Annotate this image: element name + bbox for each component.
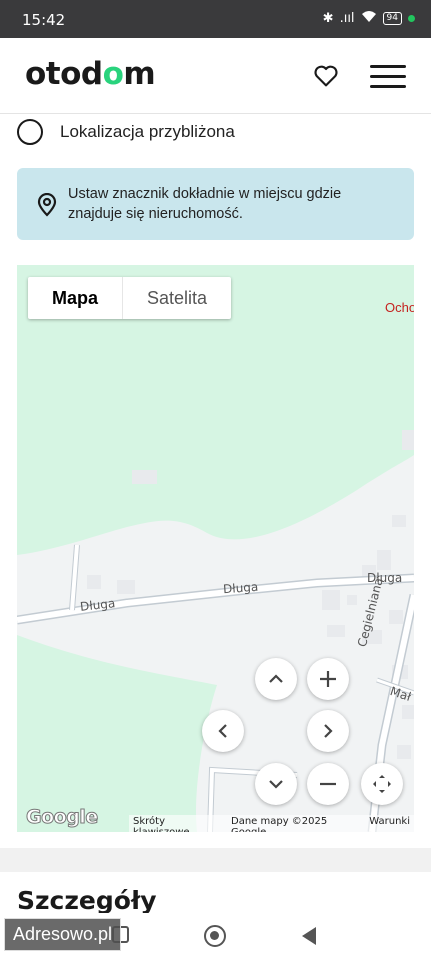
keyboard-shortcuts-link[interactable]: Skróty klawiszowe	[133, 816, 219, 832]
info-banner-text: Ustaw znacznik dokładnie w miejscu gdzie…	[68, 186, 342, 222]
watermark: Adresowo.pl	[4, 918, 122, 951]
wifi-icon	[361, 10, 377, 27]
info-banner: Ustaw znacznik dokładnie w miejscu gdzie…	[17, 168, 414, 240]
map-type-satellite-button[interactable]: Satelita	[122, 277, 231, 319]
approximate-location-label: Lokalizacja przybliżona	[60, 122, 235, 141]
battery-icon: 94	[382, 12, 402, 25]
radio-button[interactable]	[17, 119, 43, 145]
fullscreen-arrows-icon	[373, 775, 391, 793]
poi-label[interactable]: Ocho	[385, 300, 414, 315]
pan-right-button[interactable]	[307, 710, 349, 752]
map-type-switcher: Mapa Satelita	[28, 277, 232, 319]
details-section-title: Szczegóły	[17, 886, 157, 915]
chevron-down-icon	[269, 780, 283, 789]
street-label: Długa	[222, 579, 259, 597]
status-icons: ✱ .ııl 94	[323, 10, 415, 27]
minus-icon	[320, 782, 336, 786]
signal-icon: .ııl	[339, 11, 355, 26]
bluetooth-icon: ✱	[322, 11, 334, 26]
google-logo[interactable]: Google	[26, 806, 99, 829]
app-header: otodom	[0, 38, 431, 114]
otodom-logo[interactable]: otodom	[25, 56, 156, 92]
pan-up-button[interactable]	[255, 658, 297, 700]
chevron-left-icon	[218, 724, 227, 738]
chevron-up-icon	[269, 674, 283, 683]
status-bar: 15:42 ✱ .ııl 94	[0, 0, 431, 38]
favorites-heart-icon[interactable]	[312, 62, 340, 90]
home-icon[interactable]	[204, 925, 226, 947]
pan-left-button[interactable]	[202, 710, 244, 752]
zoom-out-button[interactable]	[307, 763, 349, 805]
map-view[interactable]: Mapa Satelita Ocho Długa Długa Długa Ceg…	[17, 265, 414, 832]
approximate-location-option[interactable]: Lokalizacja przybliżona	[17, 117, 235, 147]
fullscreen-button[interactable]	[361, 763, 403, 805]
hamburger-menu-icon[interactable]	[370, 65, 406, 89]
plus-icon	[320, 671, 336, 687]
recording-dot-icon	[408, 15, 415, 22]
terms-link[interactable]: Warunki	[369, 816, 410, 832]
location-pin-icon	[37, 193, 57, 217]
back-icon[interactable]	[302, 927, 316, 945]
chevron-right-icon	[324, 724, 333, 738]
zoom-in-button[interactable]	[307, 658, 349, 700]
pan-down-button[interactable]	[255, 763, 297, 805]
status-time: 15:42	[22, 11, 66, 29]
map-data-text: Dane mapy ©2025 Google	[231, 816, 328, 832]
map-attribution: Skróty klawiszowe Dane mapy ©2025 Google…	[129, 815, 414, 832]
section-divider	[0, 848, 431, 872]
map-type-map-button[interactable]: Mapa	[28, 277, 122, 319]
